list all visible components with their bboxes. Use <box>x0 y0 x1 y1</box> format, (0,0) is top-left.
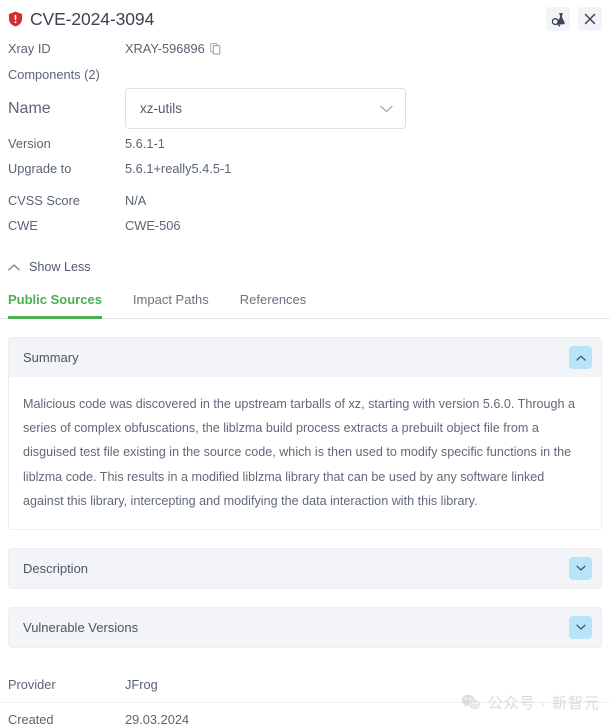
cwe-row: CWE CWE-506 <box>0 213 610 238</box>
show-less-toggle[interactable]: Show Less <box>0 250 99 282</box>
provider-value: JFrog <box>125 677 158 692</box>
accordion-summary-title: Summary <box>23 350 569 365</box>
cvss-score-value: N/A <box>125 193 146 208</box>
chevron-down-icon <box>576 624 586 630</box>
tab-public-sources[interactable]: Public Sources <box>8 292 102 319</box>
accordion-description-toggle[interactable] <box>569 557 592 580</box>
accordion-vulnerable-versions-title: Vulnerable Versions <box>23 620 569 635</box>
accordion-vulnerable-versions-header[interactable]: Vulnerable Versions <box>9 608 601 647</box>
accordion-description: Description <box>8 548 602 589</box>
cve-detail-panel: CVE-2024-3094 Xray ID XRAY-596896 <box>0 0 610 725</box>
accordion-description-header[interactable]: Description <box>9 549 601 588</box>
accordion-description-title: Description <box>23 561 569 576</box>
upgrade-to-value: 5.6.1+really5.4.5-1 <box>125 161 231 176</box>
xray-id-label: Xray ID <box>8 41 125 56</box>
accordion-summary-header[interactable]: Summary <box>9 338 601 377</box>
chevron-up-icon <box>576 355 586 361</box>
upgrade-to-row: Upgrade to 5.6.1+really5.4.5-1 <box>0 156 610 181</box>
cwe-value: CWE-506 <box>125 218 180 233</box>
tab-references[interactable]: References <box>240 292 306 319</box>
panel-header: CVE-2024-3094 <box>0 0 610 36</box>
tab-bar: Public Sources Impact Paths References <box>0 282 610 319</box>
chevron-down-icon <box>576 565 586 571</box>
xray-id-value-group: XRAY-596896 <box>125 41 221 56</box>
show-less-label: Show Less <box>29 260 91 274</box>
accordion-vulnerable-versions: Vulnerable Versions <box>8 607 602 648</box>
created-value: 29.03.2024 <box>125 712 189 725</box>
accordion-summary-body: Malicious code was discovered in the ups… <box>9 377 601 529</box>
copy-icon[interactable] <box>210 43 221 55</box>
meta-list: Provider JFrog Created 29.03.2024 <box>0 667 610 725</box>
chevron-up-icon <box>8 264 20 271</box>
shield-exclamation-icon <box>8 11 23 27</box>
accordion-summary: Summary Malicious code was discovered in… <box>8 337 602 530</box>
created-label: Created <box>8 712 125 725</box>
cvss-score-label: CVSS Score <box>8 193 125 208</box>
flask-search-icon <box>551 12 566 27</box>
accordion-summary-toggle[interactable] <box>569 346 592 369</box>
chevron-down-icon <box>380 105 393 113</box>
upgrade-to-label: Upgrade to <box>8 161 125 176</box>
page-title: CVE-2024-3094 <box>30 9 154 30</box>
component-name-label: Name <box>8 100 125 118</box>
tab-impact-paths[interactable]: Impact Paths <box>133 292 209 319</box>
accordion-vulnerable-versions-toggle[interactable] <box>569 616 592 639</box>
component-name-row: Name xz-utils <box>0 86 610 131</box>
version-label: Version <box>8 136 125 151</box>
component-name-select[interactable]: xz-utils <box>125 88 406 129</box>
cwe-label: CWE <box>8 218 125 233</box>
cvss-score-row: CVSS Score N/A <box>0 188 610 213</box>
provider-label: Provider <box>8 677 125 692</box>
xray-id-value: XRAY-596896 <box>125 41 205 56</box>
version-row: Version 5.6.1-1 <box>0 131 610 156</box>
close-icon <box>584 13 596 25</box>
provider-row: Provider JFrog <box>0 667 610 702</box>
research-button[interactable] <box>546 7 570 31</box>
version-value: 5.6.1-1 <box>125 136 165 151</box>
components-heading: Components (2) <box>0 61 610 86</box>
component-name-selected-value: xz-utils <box>140 101 380 116</box>
xray-id-row: Xray ID XRAY-596896 <box>0 36 610 61</box>
created-row: Created 29.03.2024 <box>0 702 610 725</box>
close-button[interactable] <box>578 7 602 31</box>
